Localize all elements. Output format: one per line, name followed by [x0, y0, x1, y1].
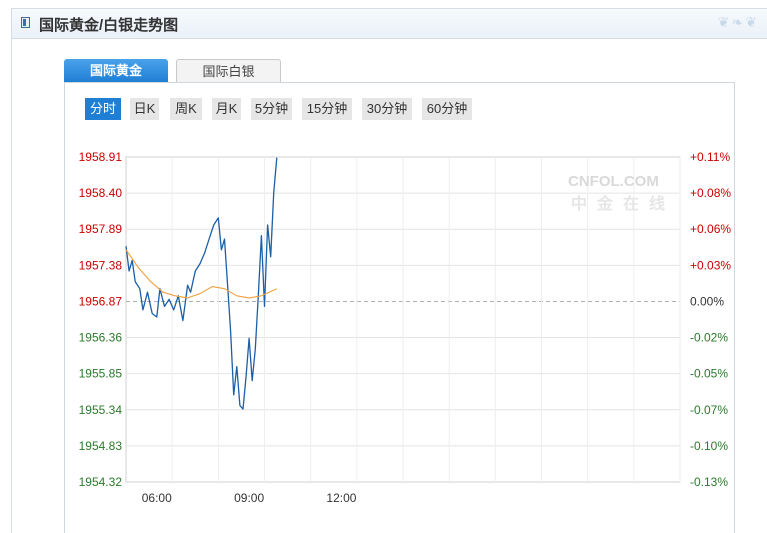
x-tick-label: 06:00	[142, 491, 172, 505]
average-line	[125, 249, 278, 299]
y-tick-percent-label: -0.10%	[690, 439, 728, 453]
watermark-tagline: 中金在线	[571, 194, 675, 213]
y-tick-label: 1956.87	[79, 294, 123, 308]
y-tick-percent-label: 0.00%	[690, 294, 724, 308]
y-tick-label: 1957.89	[79, 222, 123, 236]
y-tick-percent-label: +0.06%	[690, 222, 731, 236]
x-tick-label: 12:00	[326, 491, 356, 505]
y-tick-label: 1958.40	[79, 186, 123, 200]
y-tick-label: 1954.32	[79, 475, 123, 489]
y-tick-label: 1955.34	[79, 403, 123, 417]
y-tick-percent-label: +0.08%	[690, 186, 731, 200]
y-tick-percent-label: +0.03%	[690, 258, 731, 272]
price-line	[125, 157, 278, 410]
y-tick-percent-label: -0.13%	[690, 475, 728, 489]
x-tick-label: 09:00	[234, 491, 264, 505]
x-axis: 06:00 09:00 12:00	[142, 491, 357, 505]
y-tick-label: 1954.83	[79, 439, 123, 453]
y-tick-label: 1957.38	[79, 258, 123, 272]
y-tick-percent-label: -0.07%	[690, 403, 728, 417]
y-tick-label: 1955.85	[79, 367, 123, 381]
y-tick-label: 1958.91	[79, 150, 123, 164]
y-axis-left: 1958.91 1958.40 1957.89 1957.38 1956.87 1956.…	[79, 150, 123, 489]
series-lines	[125, 157, 278, 410]
y-tick-percent-label: -0.02%	[690, 331, 728, 345]
y-tick-percent-label: +0.11%	[690, 150, 730, 164]
y-tick-percent-label: -0.05%	[690, 367, 728, 381]
y-tick-label: 1956.36	[79, 331, 123, 345]
y-axis-right: +0.11% +0.08% +0.06% +0.03% 0.00% -0.02% -0.05…	[690, 150, 731, 489]
watermark-brand: CNFOL.COM	[568, 173, 659, 190]
intraday-chart: CNFOL.COM 中金在线 1958.91 1958.40 1957.89 1957…	[79, 150, 732, 505]
